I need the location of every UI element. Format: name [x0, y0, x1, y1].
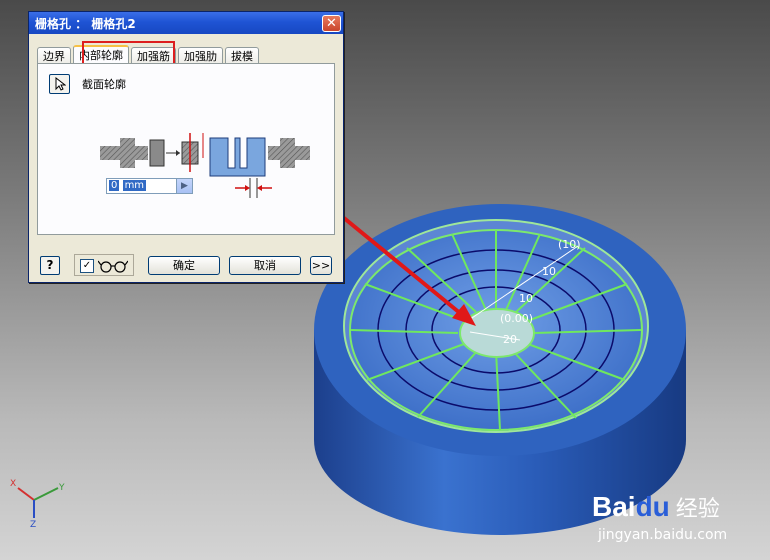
axis-z-label: Z [30, 520, 36, 528]
dialog-title: 栅格孔 ： 栅格孔2 [35, 16, 136, 31]
watermark: Baidu 经验 [592, 491, 720, 523]
axis-y-label: Y [58, 483, 65, 493]
dialog-titlebar[interactable]: 栅格孔 ： 栅格孔2 ✕ [29, 12, 343, 34]
axis-triad: X Y Z [10, 479, 65, 528]
dimension-label: 10 [519, 292, 533, 305]
dimension-label: 10 [542, 265, 556, 278]
profile-select-button[interactable] [49, 74, 70, 94]
watermark-text: 经验 [675, 497, 720, 522]
ok-button[interactable]: 确定 [148, 256, 220, 275]
profile-value-input[interactable]: 0 mm ▶ [106, 178, 193, 194]
cancel-button[interactable]: 取消 [229, 256, 301, 275]
close-button[interactable]: ✕ [322, 14, 341, 32]
dialog-footer: ? ✓ 确定 取消 >> [37, 253, 337, 277]
preview-group: ✓ [74, 254, 134, 276]
watermark-logo-du: du [635, 491, 670, 522]
tab-highlight-box [82, 41, 175, 65]
cursor-arrow-icon [55, 77, 66, 91]
glasses-icon [98, 260, 128, 273]
axis-x-label: X [10, 479, 16, 489]
dropdown-arrow-icon[interactable]: ▶ [176, 179, 192, 193]
input-value: 0 [109, 180, 120, 191]
watermark-logo: Bai [592, 491, 636, 522]
help-button[interactable]: ? [40, 256, 60, 275]
preview-checkbox[interactable]: ✓ [80, 259, 94, 273]
section-label: 截面轮廓 [82, 78, 126, 91]
grid-hole-dialog: 栅格孔 ： 栅格孔2 ✕ 边界 内部轮廓 加强筋 加强肋 拔模 截面轮廓 0 m… [28, 11, 344, 283]
input-unit: mm [122, 180, 147, 191]
more-options-button[interactable]: >> [310, 256, 332, 275]
watermark-url: jingyan.baidu.com [598, 527, 728, 543]
dimension-label: (10) [558, 238, 581, 251]
close-icon: ✕ [326, 15, 337, 31]
tab-panel: 截面轮廓 0 mm ▶ [37, 63, 335, 235]
dimension-label: (0.00) [500, 312, 533, 325]
dimension-label: 20 [503, 333, 517, 346]
